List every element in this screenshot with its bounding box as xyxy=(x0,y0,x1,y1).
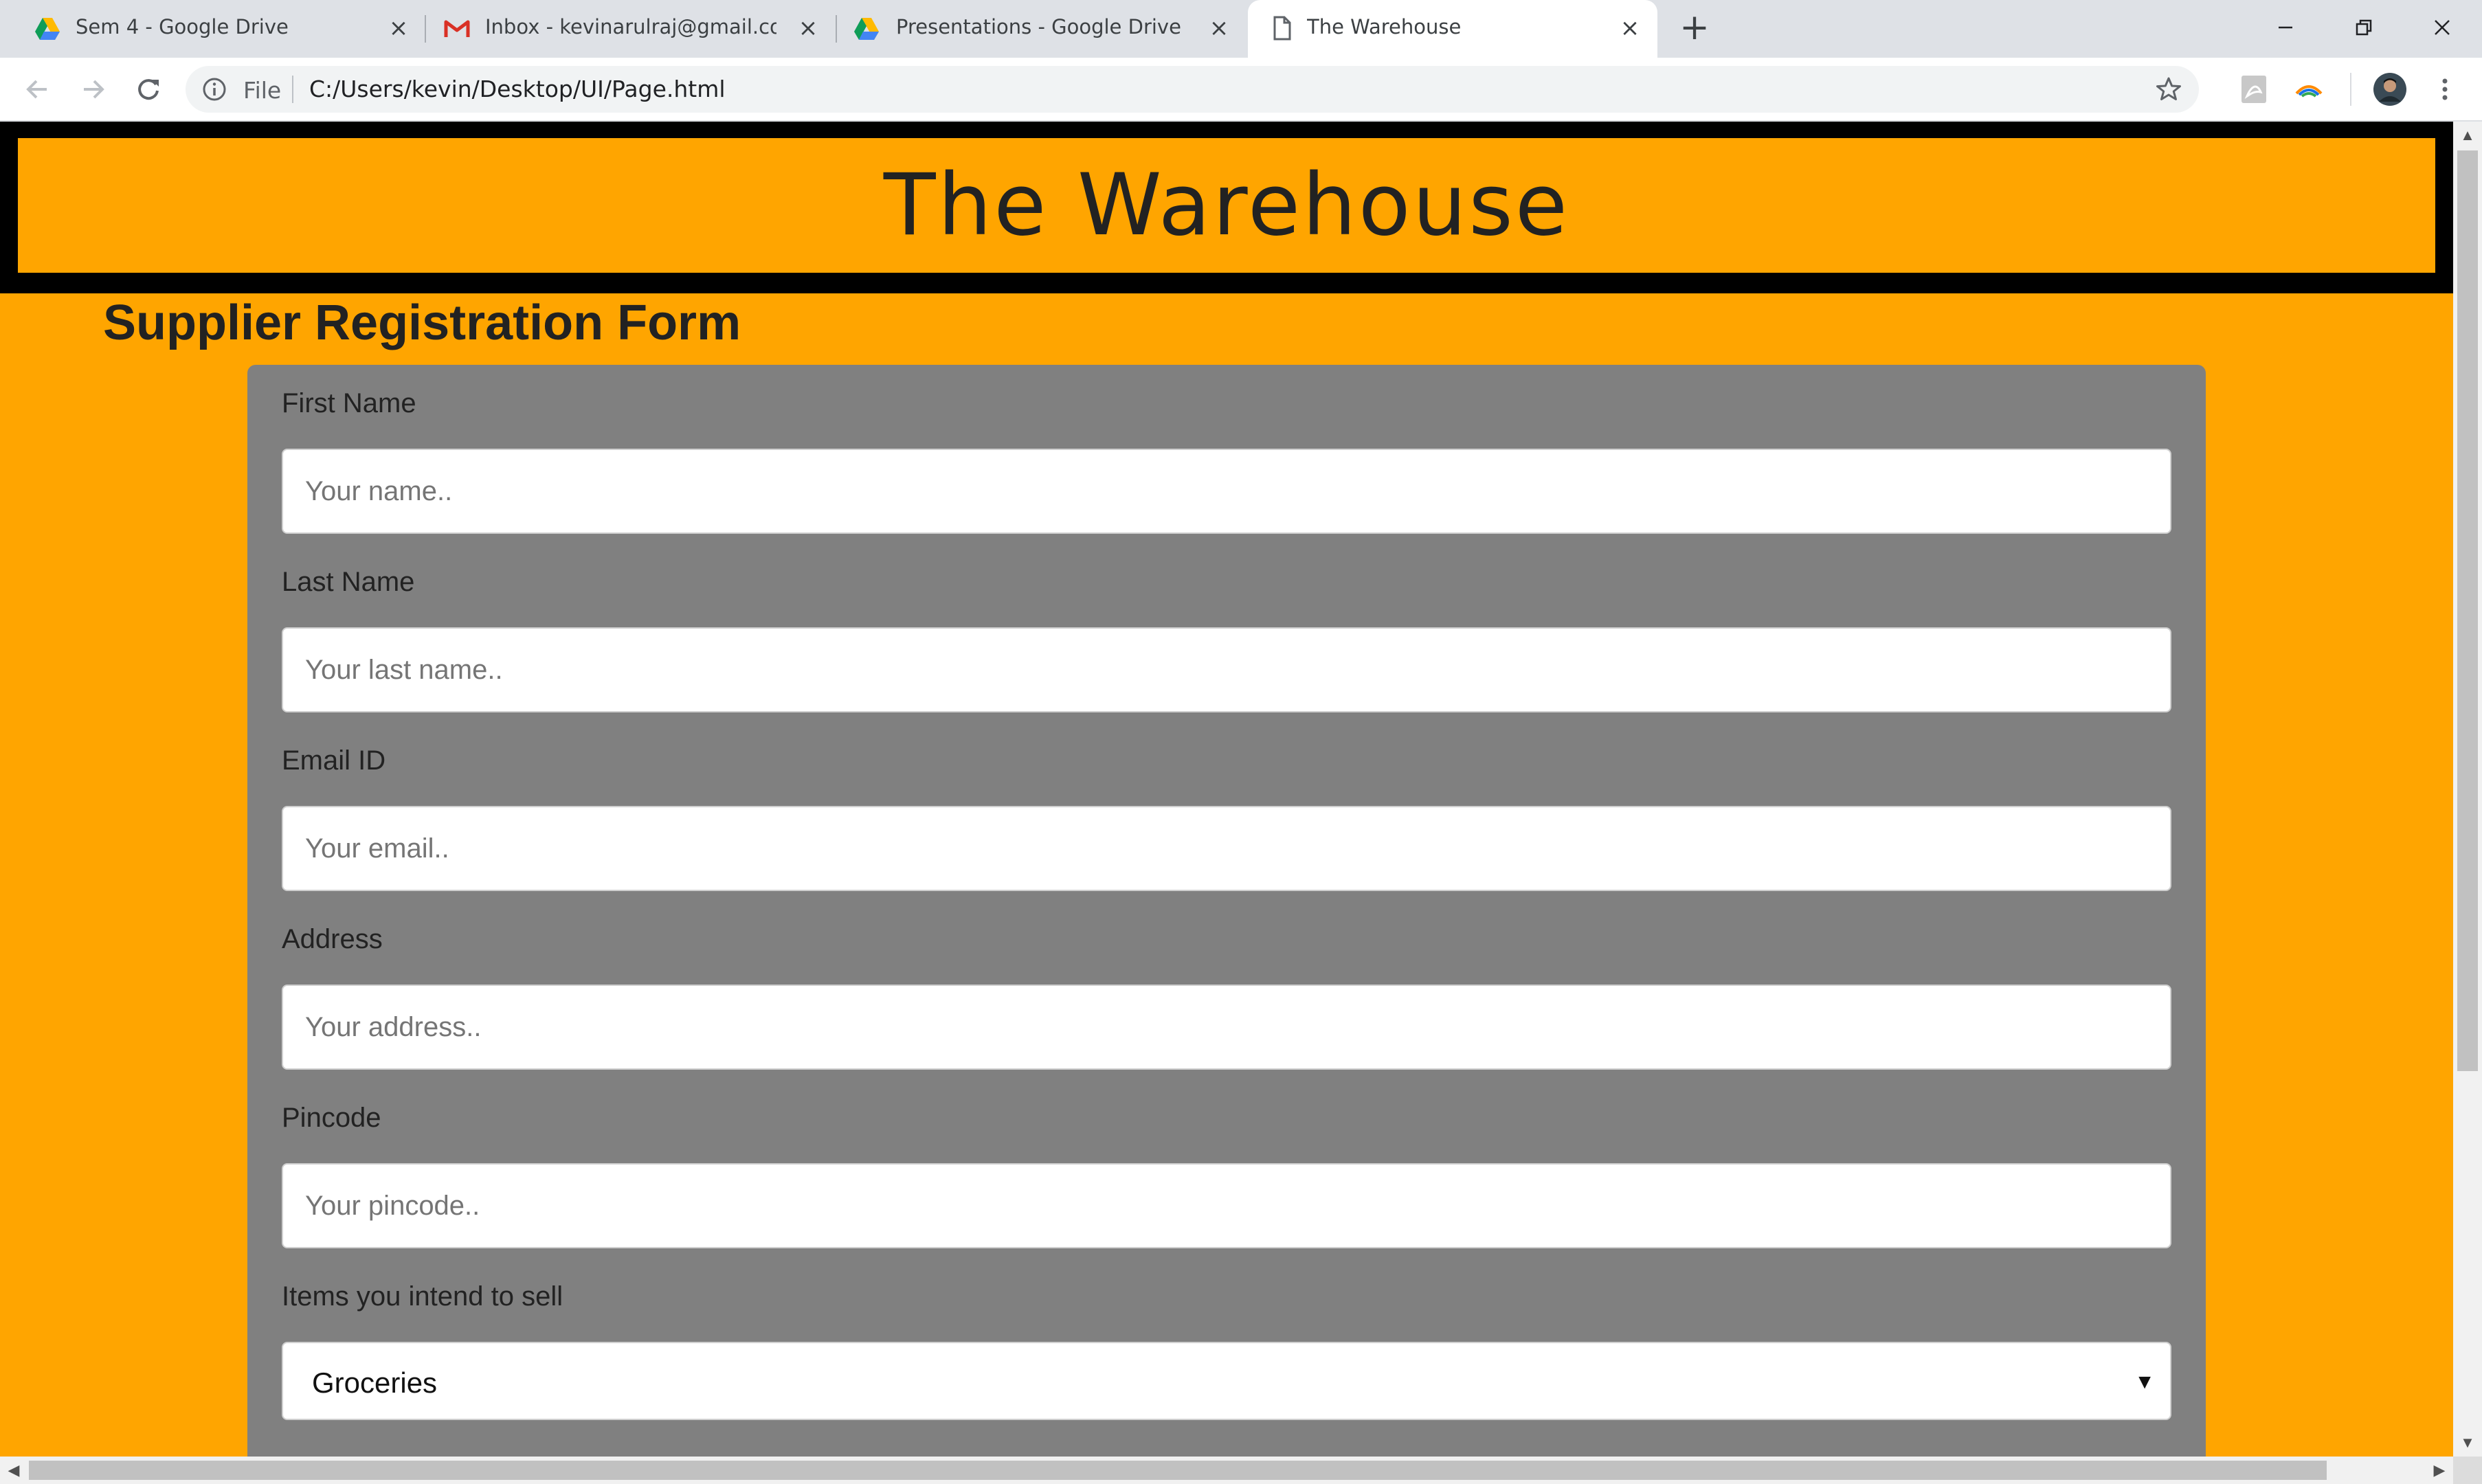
minimize-icon[interactable] xyxy=(2265,7,2306,48)
menu-kebab-icon[interactable] xyxy=(2427,71,2463,107)
page-viewport: The Warehouse Supplier Registration Form… xyxy=(0,122,2453,1457)
tab-title: Presentations - Google Drive xyxy=(896,15,1181,38)
reload-icon[interactable] xyxy=(129,70,168,109)
google-drive-icon xyxy=(853,16,880,41)
dropdown-caret-icon: ▼ xyxy=(2134,1371,2155,1393)
scroll-left-arrow-icon[interactable]: ◀ xyxy=(0,1457,27,1484)
tab-gmail-inbox[interactable]: Inbox - kevinarulraj@gmail.com × xyxy=(426,0,837,58)
tab-sem4-drive[interactable]: Sem 4 - Google Drive × xyxy=(0,0,426,58)
address-label: Address xyxy=(282,924,383,954)
info-icon[interactable] xyxy=(202,77,227,102)
restore-icon[interactable] xyxy=(2343,7,2384,48)
header-band: The Warehouse xyxy=(0,122,2453,293)
email-input[interactable] xyxy=(282,806,2171,891)
horizontal-scroll-thumb[interactable] xyxy=(29,1461,2327,1480)
pincode-input[interactable] xyxy=(282,1163,2171,1248)
vertical-scrollbar[interactable]: ▲ ▼ xyxy=(2453,122,2482,1457)
scrollbar-corner xyxy=(2453,1457,2482,1484)
url-text[interactable]: C:/Users/kevin/Desktop/UI/Page.html xyxy=(309,76,726,102)
toolbar-divider xyxy=(2350,73,2351,106)
tab-title: Sem 4 - Google Drive xyxy=(76,15,289,38)
tab-the-warehouse[interactable]: The Warehouse × xyxy=(1248,0,1657,58)
back-icon[interactable] xyxy=(18,70,56,109)
first-name-input[interactable] xyxy=(282,449,2171,534)
address-input[interactable] xyxy=(282,985,2171,1070)
horizontal-scrollbar[interactable]: ◀ ▶ xyxy=(0,1457,2453,1484)
items-select[interactable]: Groceries ▼ xyxy=(282,1342,2171,1420)
browser-toolbar: File C:/Users/kevin/Desktop/UI/Page.html xyxy=(0,58,2482,121)
extension-arc-icon[interactable] xyxy=(2291,71,2327,107)
scheme-label: File xyxy=(243,77,282,104)
items-label: Items you intend to sell xyxy=(282,1281,563,1312)
new-tab-icon[interactable]: + xyxy=(1678,10,1711,45)
header-box: The Warehouse xyxy=(18,138,2435,273)
tab-title: Inbox - kevinarulraj@gmail.com xyxy=(485,15,776,38)
registration-form: First Name Last Name Email ID Address Pi… xyxy=(247,365,2206,1457)
email-label: Email ID xyxy=(282,745,386,776)
close-tab-icon[interactable]: × xyxy=(794,14,822,42)
tab-presentations-drive[interactable]: Presentations - Google Drive × xyxy=(837,0,1248,58)
scroll-up-arrow-icon[interactable]: ▲ xyxy=(2453,122,2482,149)
first-name-label: First Name xyxy=(282,388,416,418)
last-name-input[interactable] xyxy=(282,627,2171,712)
document-icon xyxy=(1268,15,1295,41)
close-window-icon[interactable] xyxy=(2422,7,2463,48)
pdf-extension-icon[interactable] xyxy=(2236,71,2272,107)
form-heading: Supplier Registration Form xyxy=(103,295,741,350)
gmail-icon xyxy=(444,16,470,41)
tab-strip: Sem 4 - Google Drive × Inbox - kevinarul… xyxy=(0,0,2482,58)
profile-avatar-icon[interactable] xyxy=(2372,71,2408,107)
close-tab-icon[interactable]: × xyxy=(1616,14,1644,42)
scroll-down-arrow-icon[interactable]: ▼ xyxy=(2453,1429,2482,1457)
bookmark-star-icon[interactable] xyxy=(2155,76,2182,103)
vertical-scroll-thumb[interactable] xyxy=(2457,150,2478,1071)
tab-title: The Warehouse xyxy=(1307,15,1462,38)
omnibox-divider xyxy=(292,76,293,103)
page-title: The Warehouse xyxy=(883,156,1570,255)
close-tab-icon[interactable]: × xyxy=(385,14,412,42)
last-name-label: Last Name xyxy=(282,567,415,597)
google-drive-icon xyxy=(34,16,60,41)
close-tab-icon[interactable]: × xyxy=(1205,14,1233,42)
pincode-label: Pincode xyxy=(282,1103,381,1133)
forward-icon[interactable] xyxy=(74,70,113,109)
scroll-right-arrow-icon[interactable]: ▶ xyxy=(2426,1457,2453,1484)
address-bar[interactable]: File C:/Users/kevin/Desktop/UI/Page.html xyxy=(186,66,2199,113)
items-select-value: Groceries xyxy=(312,1367,438,1399)
